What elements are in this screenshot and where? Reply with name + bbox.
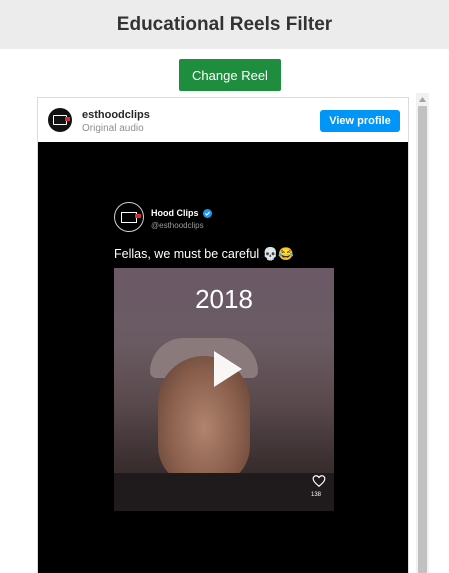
hood-clips-logo-icon [53,115,70,125]
tweet-text: Fellas, we must be careful 💀😂 [114,247,294,261]
tweet-avatar [114,202,144,232]
tweet-handle: @esthoodclips [151,221,204,230]
page-header: Educational Reels Filter [0,0,449,49]
reel-video[interactable]: Hood Clips @esthoodclips Fellas, we must… [38,142,408,573]
hood-clips-logo-icon [121,211,141,223]
audio-subtitle[interactable]: Original audio [82,123,144,134]
profile-username[interactable]: esthoodclips [82,109,150,121]
change-reel-button[interactable]: Change Reel [179,59,281,91]
clip-frame: 2018 138 [114,268,334,511]
scrollbar-thumb[interactable] [418,106,427,573]
page-title: Educational Reels Filter [116,13,333,35]
play-icon[interactable] [202,346,248,392]
tweet-author-name: Hood Clips [151,208,199,218]
profile-avatar[interactable] [48,108,72,132]
verified-badge-icon [202,208,212,218]
clip-year-caption: 2018 [195,284,253,314]
embed-header: esthoodclips Original audio View profile [38,98,408,142]
vertical-scrollbar[interactable] [416,93,429,573]
tweet-author: Hood Clips [151,208,212,218]
like-count: 138 [311,492,322,498]
view-profile-button[interactable]: View profile [320,110,400,132]
instagram-embed: esthoodclips Original audio View profile… [37,97,409,573]
heart-icon [312,475,326,488]
scroll-up-arrow-icon[interactable] [416,93,429,105]
clip-person-shirt [114,473,334,511]
